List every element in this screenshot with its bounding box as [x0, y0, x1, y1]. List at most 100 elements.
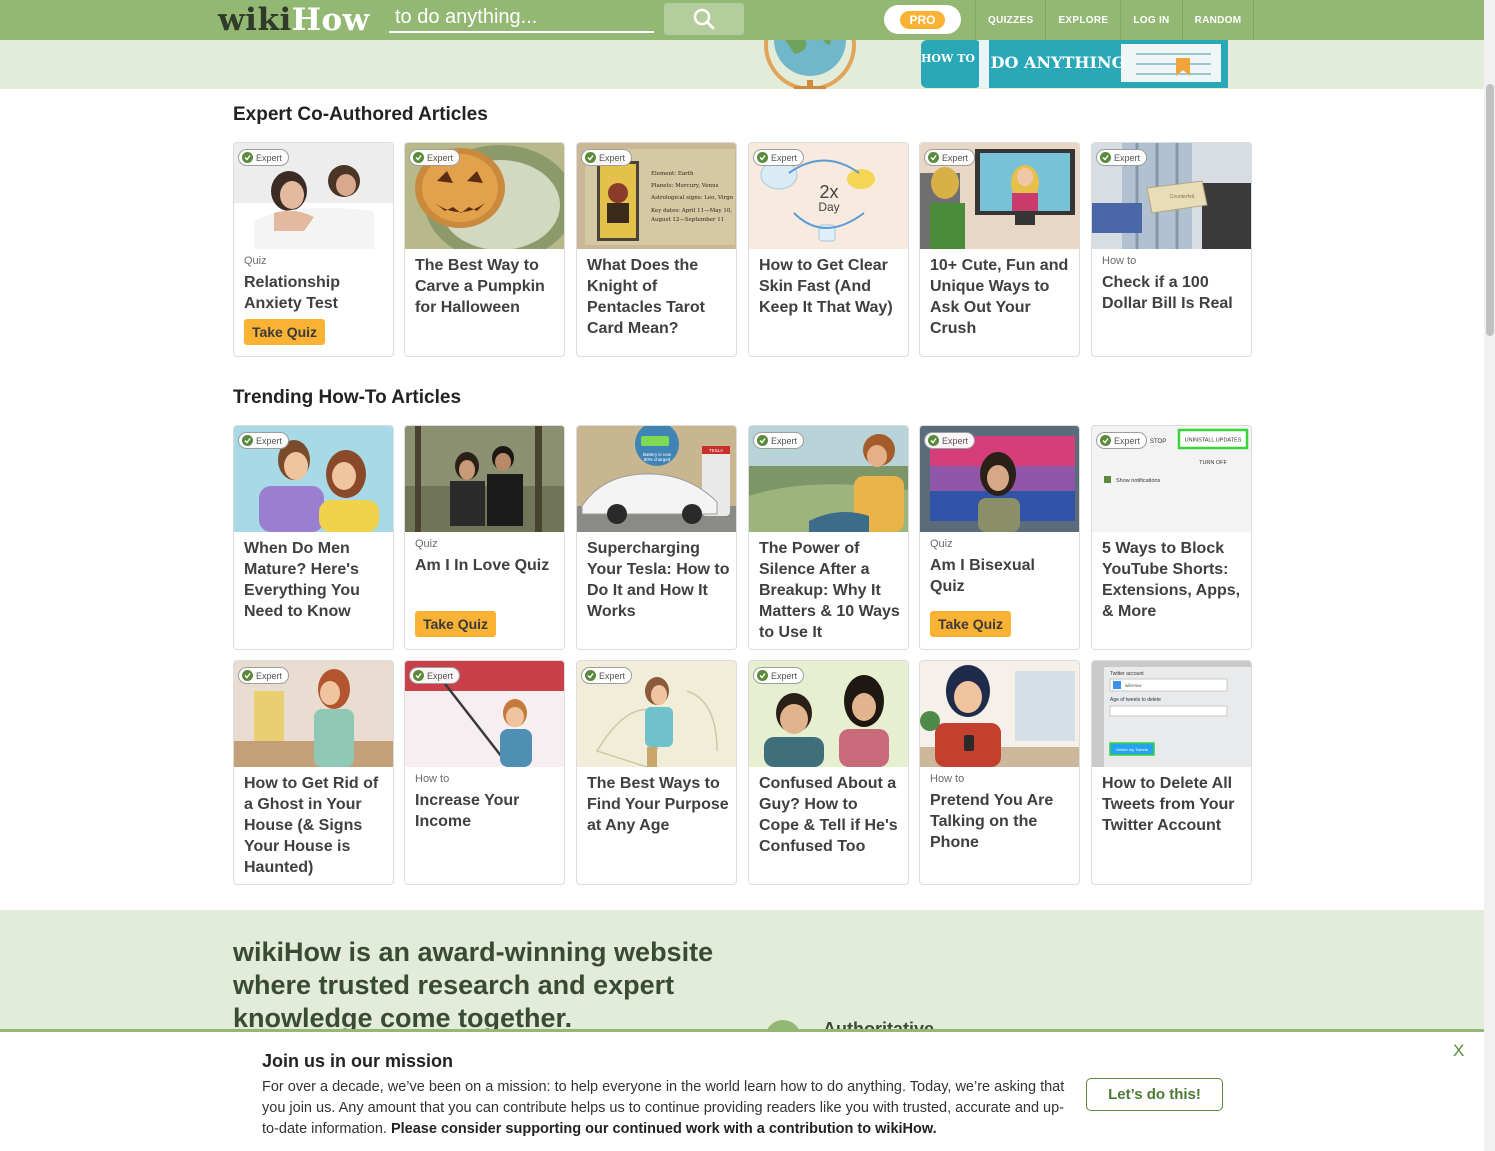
article-card[interactable]: Expert How to Get Rid of a Ghost in Your… [233, 660, 394, 885]
card-thumbnail: Element: Earth Planets: Mercury, Venus Ast… [577, 143, 736, 249]
card-thumbnail: Expert [749, 661, 908, 767]
close-icon[interactable]: X [1453, 1041, 1464, 1061]
tw-account-label: Twitter account [1110, 671, 1144, 677]
scrollbar-thumb[interactable] [1486, 84, 1494, 336]
article-card[interactable]: Expert Quiz Am I Bisexual Quiz Take Quiz [919, 425, 1080, 650]
card-title[interactable]: 5 Ways to Block YouTube Shorts: Extensio… [1102, 538, 1245, 622]
card-title[interactable]: How to Get Rid of a Ghost in Your House … [244, 773, 387, 878]
badge-label: Expert [256, 435, 283, 446]
card-kicker: How to [930, 773, 965, 785]
top-navbar: wikiHow PRO QUIZZES EXPLORE LOG IN RANDO… [0, 0, 1484, 40]
article-card[interactable]: 2x Day Expert How to Get Clear Skin Fast … [748, 142, 909, 357]
badge-label: Expert [771, 152, 798, 163]
card-title[interactable]: Pretend You Are Talking on the Phone [930, 790, 1073, 853]
badge-label: Expert [942, 152, 969, 163]
pro-button[interactable]: PRO [884, 5, 961, 34]
tw-handle-label: wikiHow [1125, 683, 1142, 688]
card-title[interactable]: 10+ Cute, Fun and Unique Ways to Ask Out… [930, 255, 1073, 339]
tw-delete-button-label: Delete my Tweets [1116, 747, 1148, 752]
book-small-label: HOW TO [921, 52, 975, 65]
tarot-line-2: Planets: Mercury, Venus [651, 183, 719, 189]
card-thumbnail: STOP UNINSTALL UPDATES TURN OFF Show notifi… [1092, 426, 1251, 532]
take-quiz-button[interactable]: Take Quiz [930, 611, 1011, 637]
pro-label: PRO [900, 10, 945, 29]
article-card[interactable]: Expert How to Increase Your Income [404, 660, 565, 885]
take-quiz-button[interactable]: Take Quiz [244, 319, 325, 345]
logo-how-text: How [291, 2, 370, 38]
article-card[interactable]: Expert 10+ Cute, Fun and Unique Ways to … [919, 142, 1080, 357]
expert-badge: Expert [238, 667, 290, 684]
badge-label: Expert [599, 670, 626, 681]
check-icon [585, 152, 596, 163]
banner-body-bold: Please consider supporting our continued… [390, 1121, 937, 1137]
expert-badge: Expert [1096, 149, 1148, 166]
search-input[interactable] [389, 3, 654, 33]
article-card[interactable]: Quiz Am I In Love Quiz Take Quiz [404, 425, 565, 650]
card-title[interactable]: Am I In Love Quiz [415, 555, 558, 576]
donate-cta-button[interactable]: Let’s do this! [1086, 1078, 1223, 1111]
section-title-trending: Trending How-To Articles [233, 387, 462, 408]
expert-badge: Expert [1096, 432, 1148, 449]
article-card[interactable]: How to Pretend You Are Talking on the Ph… [919, 660, 1080, 885]
globe-illustration [764, 40, 856, 89]
article-card[interactable]: Expert When Do Men Mature? Here's Everyt… [233, 425, 394, 650]
card-title[interactable]: Confused About a Guy? How to Cope & Tell… [759, 773, 902, 857]
wikihow-logo[interactable]: wikiHow [218, 2, 370, 38]
article-card[interactable]: Expert The Best Ways to Find Your Purpos… [576, 660, 737, 885]
expert-badge: Expert [753, 149, 805, 166]
card-thumbnail: Expert [749, 426, 908, 532]
badge-label: Expert [771, 435, 798, 446]
article-card[interactable]: Expert Confused About a Guy? How to Cope… [748, 660, 909, 885]
card-title[interactable]: Relationship Anxiety Test [244, 272, 387, 314]
card-thumbnail [920, 661, 1079, 767]
card-thumbnail: 2x Day Expert [749, 143, 908, 249]
logo-wiki-text: wiki [218, 2, 292, 38]
expert-badge: Expert [924, 149, 976, 166]
card-title[interactable]: Am I Bisexual Quiz [930, 555, 1073, 597]
article-card[interactable]: Expert Quiz Relationship Anxiety Test Ta… [233, 142, 394, 357]
card-title[interactable]: The Best Way to Carve a Pumpkin for Hall… [415, 255, 558, 318]
search-button[interactable] [664, 3, 744, 35]
article-card[interactable]: Counterfeit Expert How to Check if a 100… [1091, 142, 1252, 357]
article-card[interactable]: Expert The Best Way to Carve a Pumpkin f… [404, 142, 565, 357]
nav-explore[interactable]: EXPLORE [1046, 0, 1122, 40]
card-title[interactable]: What Does the Knight of Pentacles Tarot … [587, 255, 730, 339]
article-card[interactable]: Twitter account wikiHow Age of tweets to d… [1091, 660, 1252, 885]
article-card[interactable]: STOP UNINSTALL UPDATES TURN OFF Show notifi… [1091, 425, 1252, 650]
card-thumbnail: Battery is now 80% charged TESLA [577, 426, 736, 532]
card-thumbnail: Expert [405, 143, 564, 249]
check-icon [928, 152, 939, 163]
card-title[interactable]: How to Get Clear Skin Fast (And Keep It … [759, 255, 902, 318]
expert-badge: Expert [409, 667, 461, 684]
expert-badge: Expert [238, 149, 290, 166]
yt-uninstall-label: UNINSTALL UPDATES [1185, 438, 1242, 444]
take-quiz-button[interactable]: Take Quiz [415, 611, 496, 637]
tarot-line-5: August 12—September 11 [650, 217, 724, 223]
card-title[interactable]: Increase Your Income [415, 790, 558, 832]
card-thumbnail: Expert [577, 661, 736, 767]
badge-label: Expert [1114, 435, 1141, 446]
expert-badge: Expert [409, 149, 461, 166]
tarot-line-3: Astrological signs: Leo, Virgo [650, 195, 734, 201]
card-title[interactable]: How to Delete All Tweets from Your Twitt… [1102, 773, 1245, 836]
nav-quizzes[interactable]: QUIZZES [975, 0, 1047, 40]
article-card[interactable]: Element: Earth Planets: Mercury, Venus Ast… [576, 142, 737, 357]
nav-log-in[interactable]: LOG IN [1121, 0, 1183, 40]
banner-body: For over a decade, we’ve been on a missi… [262, 1077, 1072, 1140]
tarot-line-1: Element: Earth [651, 171, 694, 177]
check-icon [1100, 152, 1111, 163]
badge-label: Expert [771, 670, 798, 681]
article-card[interactable]: Expert The Power of Silence After a Brea… [748, 425, 909, 650]
card-title[interactable]: Check if a 100 Dollar Bill Is Real [1102, 272, 1245, 314]
nav-random[interactable]: RANDOM [1183, 0, 1255, 40]
card-title[interactable]: Supercharging Your Tesla: How to Do It a… [587, 538, 730, 622]
check-icon [242, 435, 253, 446]
badge-label: Expert [942, 435, 969, 446]
article-card[interactable]: Battery is now 80% charged TESLA Superchar… [576, 425, 737, 650]
card-thumbnail: Expert [234, 143, 393, 249]
card-title[interactable]: The Best Ways to Find Your Purpose at An… [587, 773, 730, 836]
bill-label: Counterfeit [1170, 194, 1195, 200]
check-icon [757, 670, 768, 681]
card-title[interactable]: When Do Men Mature? Here's Everything Yo… [244, 538, 387, 622]
card-title[interactable]: The Power of Silence After a Breakup: Wh… [759, 538, 902, 643]
